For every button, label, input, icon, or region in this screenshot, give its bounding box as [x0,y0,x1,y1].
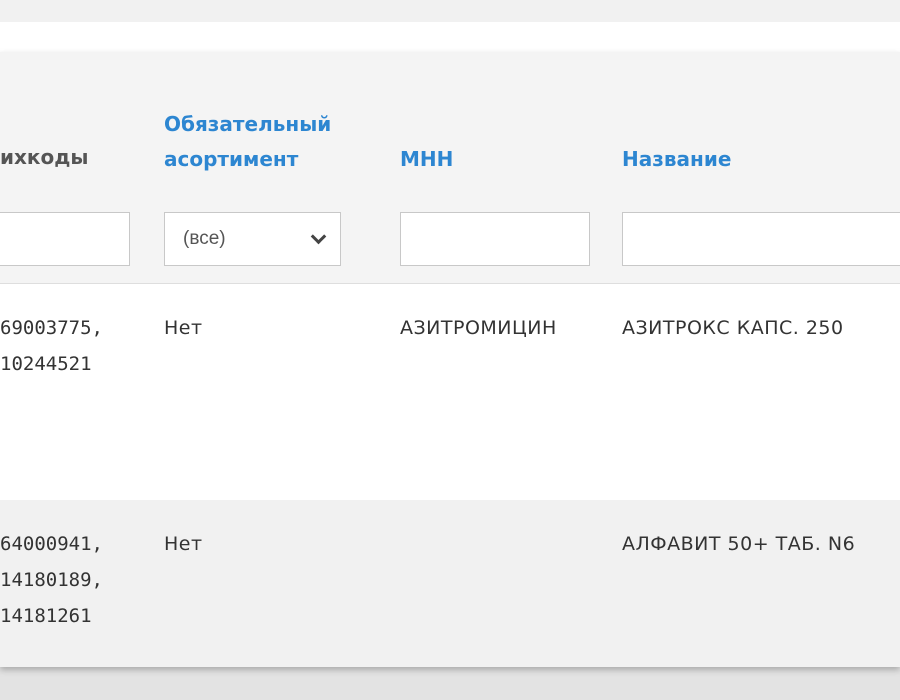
name-cell: АЗИТРОКС КАПС. 250 [622,317,844,339]
column-header-mandatory-line2[interactable]: асортимент [164,146,298,173]
barcodes-cell: 64000941, 14180189, 14181261 [0,526,103,634]
table-row[interactable]: 69003775, 10244521 Нет АЗИТРОМИЦИН АЗИТР… [0,284,900,500]
toolbar-area [0,22,900,52]
name-filter-input[interactable] [622,212,900,266]
barcodes-filter-input[interactable] [0,212,130,266]
barcode-value: 10244521 [0,353,92,375]
barcode-value: 64000941, [0,533,103,555]
table-filter-row: (все) [0,195,900,284]
name-cell: АЛФАВИТ 50+ ТАБ. N6 [622,533,856,555]
table-header-row: ихкоды Обязательный асортимент МНН Назва… [0,52,900,196]
inn-filter-input[interactable] [400,212,590,266]
barcodes-cell: 69003775, 10244521 [0,310,103,382]
column-header-barcodes[interactable]: ихкоды [0,144,88,171]
chevron-down-icon [310,228,327,245]
barcode-value: 14180189, [0,569,103,591]
mandatory-cell: Нет [164,317,203,339]
mandatory-filter-value: (все) [183,228,226,249]
data-table: ихкоды Обязательный асортимент МНН Назва… [0,52,900,667]
column-header-mandatory-line1[interactable]: Обязательный [164,111,331,138]
barcode-value: 69003775, [0,317,103,339]
mandatory-cell: Нет [164,533,203,555]
table-row[interactable]: 64000941, 14180189, 14181261 Нет АЛФАВИТ… [0,500,900,667]
inn-cell: АЗИТРОМИЦИН [400,317,557,339]
mandatory-filter-select[interactable]: (все) [164,212,341,266]
column-header-name[interactable]: Название [622,146,731,173]
column-header-inn[interactable]: МНН [400,146,453,173]
top-strip [0,0,900,22]
barcode-value: 14181261 [0,605,92,627]
